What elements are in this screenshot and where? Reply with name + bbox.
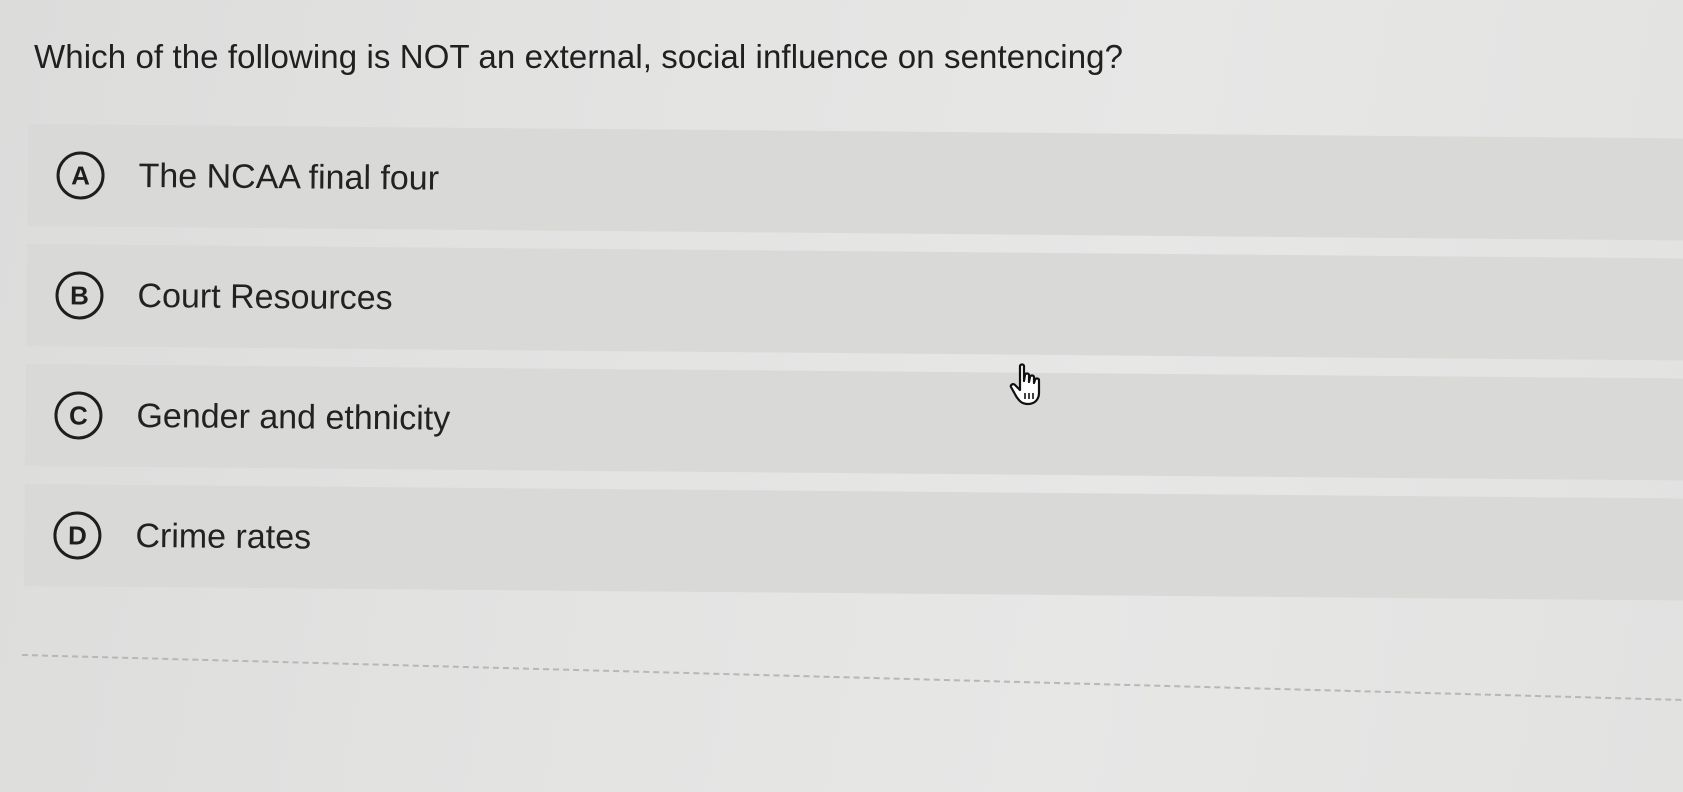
hand-pointer-icon bbox=[1009, 363, 1041, 406]
option-b[interactable]: B Court Resources bbox=[26, 243, 1683, 361]
option-b-letter-badge: B bbox=[55, 271, 104, 320]
answer-options-list: A The NCAA final four B Court Resources … bbox=[23, 124, 1683, 619]
option-c[interactable]: C Gender and ethnicity bbox=[25, 363, 1683, 481]
question-text: Which of the following is NOT an externa… bbox=[34, 38, 1124, 75]
quiz-screen: Which of the following is NOT an externa… bbox=[0, 0, 1683, 792]
option-a[interactable]: A The NCAA final four bbox=[27, 124, 1683, 241]
dashed-divider bbox=[21, 654, 1683, 702]
option-c-label: Gender and ethnicity bbox=[136, 396, 451, 438]
option-d-label: Crime rates bbox=[135, 516, 312, 556]
option-a-letter-badge: A bbox=[56, 151, 105, 200]
option-d-letter-badge: D bbox=[53, 511, 102, 560]
option-b-label: Court Resources bbox=[137, 276, 393, 317]
option-c-letter-badge: C bbox=[54, 391, 103, 440]
option-d[interactable]: D Crime rates bbox=[23, 483, 1683, 601]
option-a-label: The NCAA final four bbox=[138, 156, 440, 198]
